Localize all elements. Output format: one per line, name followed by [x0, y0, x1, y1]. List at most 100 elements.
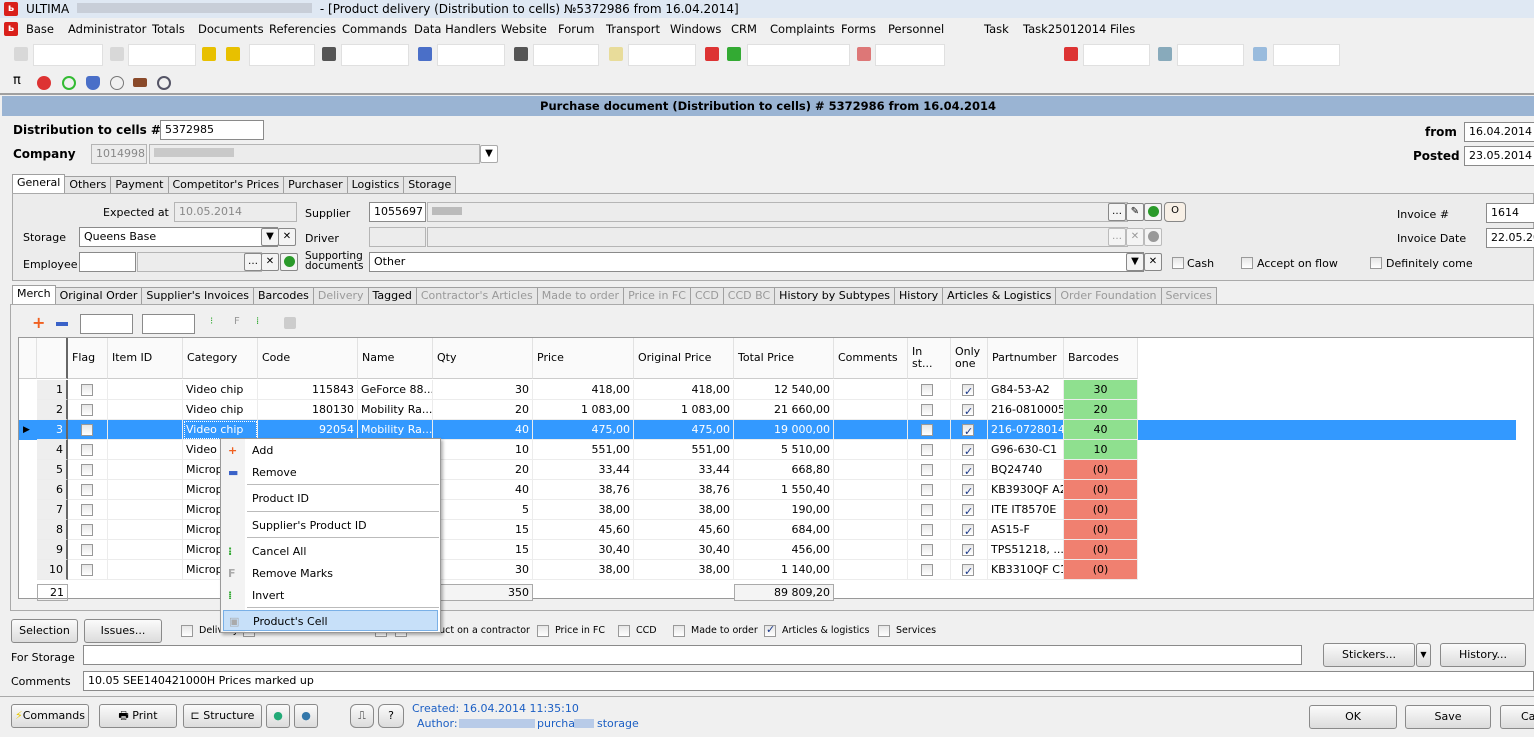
cell-orig[interactable]: 38,00	[634, 560, 734, 580]
cell[interactable]	[951, 540, 988, 560]
menu-website[interactable]: Website	[501, 19, 547, 39]
cell-part[interactable]: AS15-F	[988, 520, 1064, 540]
money-icon[interactable]	[727, 47, 741, 61]
cell-qty[interactable]: 40	[433, 480, 533, 500]
cell-qty[interactable]: 30	[433, 560, 533, 580]
tab-history[interactable]: History	[894, 287, 944, 304]
save-button[interactable]: Save	[1405, 705, 1491, 729]
cell-part[interactable]: G84-53-A2	[988, 380, 1064, 400]
supporting-docs-select[interactable]: Other	[369, 252, 1144, 272]
tab-articles-logistics[interactable]: Articles & Logistics	[942, 287, 1057, 304]
expected-date-field[interactable]: 10.05.2014	[174, 202, 297, 222]
filter-checkbox-made-to-order[interactable]	[673, 625, 685, 637]
cell-price[interactable]: 551,00	[533, 440, 634, 460]
cell-orig[interactable]: 475,00	[634, 420, 734, 440]
scroll-icon[interactable]	[609, 47, 623, 61]
o-button[interactable]: O	[1164, 202, 1186, 222]
cell-part[interactable]: 216-0728014	[988, 420, 1064, 440]
tab-price-in-fc[interactable]: Price in FC	[623, 287, 691, 304]
flag-checkbox[interactable]	[81, 564, 93, 576]
cell-orig[interactable]: 33,44	[634, 460, 734, 480]
in-stock-checkbox[interactable]	[921, 504, 933, 516]
in-stock-checkbox[interactable]	[921, 384, 933, 396]
print-button[interactable]: 🖶 Print	[99, 704, 177, 728]
column-header-item-id[interactable]: Item ID	[108, 338, 183, 379]
cell[interactable]	[68, 440, 108, 460]
tab-original-order[interactable]: Original Order	[54, 287, 143, 304]
cell[interactable]	[951, 460, 988, 480]
cell-part[interactable]: BQ24740	[988, 460, 1064, 480]
cell-price[interactable]: 38,00	[533, 560, 634, 580]
cell-price[interactable]: 475,00	[533, 420, 634, 440]
tab-others[interactable]: Others	[64, 176, 112, 193]
toolbar-field[interactable]	[1083, 44, 1150, 66]
column-header-name[interactable]: Name	[358, 338, 433, 379]
cash-checkbox[interactable]	[1172, 257, 1184, 269]
cell-bc[interactable]: 20	[1064, 400, 1138, 420]
employee-go-button[interactable]	[280, 253, 298, 271]
sum-icon[interactable]	[1253, 47, 1267, 61]
menu-forum[interactable]: Forum	[558, 19, 594, 39]
help-button[interactable]: ?	[378, 704, 404, 728]
cell-code[interactable]: 180130	[258, 400, 358, 420]
tab-made-to-order[interactable]: Made to order	[536, 287, 625, 304]
cancel-button[interactable]: Ca	[1500, 705, 1534, 729]
cell-code[interactable]: 92054	[258, 420, 358, 440]
menu-base[interactable]: Base	[26, 19, 54, 39]
menu-administrator[interactable]: Administrator	[68, 19, 146, 39]
flag-checkbox[interactable]	[81, 504, 93, 516]
cell[interactable]	[68, 400, 108, 420]
cell[interactable]	[951, 380, 988, 400]
cell-price[interactable]: 38,00	[533, 500, 634, 520]
zoom-button[interactable]: ●	[294, 704, 318, 728]
menu-item-product-s-cell[interactable]: ▣ Product's Cell	[223, 610, 438, 631]
cell-qty[interactable]: 10	[433, 440, 533, 460]
cell-total[interactable]: 1 550,40	[734, 480, 834, 500]
cell[interactable]	[908, 560, 951, 580]
cell-part[interactable]: ITE IT8570E	[988, 500, 1064, 520]
toolbar-field[interactable]	[249, 44, 315, 66]
cell-code[interactable]: 115843	[258, 380, 358, 400]
cell[interactable]	[68, 560, 108, 580]
alert-icon[interactable]	[705, 47, 719, 61]
menu-data-handlers[interactable]: Data Handlers	[414, 19, 496, 39]
cell-part[interactable]: 216-0810005	[988, 400, 1064, 420]
filter-checkbox-price-in-fc[interactable]	[537, 625, 549, 637]
column-header-original-price[interactable]: Original Price	[634, 338, 734, 379]
storage-select[interactable]: Queens Base	[79, 227, 278, 247]
cell-bc[interactable]: (0)	[1064, 560, 1138, 580]
invoice-number-field[interactable]: 1614	[1486, 203, 1534, 223]
cancel-all-icon[interactable]: ⁝	[210, 316, 213, 327]
cell[interactable]	[908, 420, 951, 440]
tab-tagged[interactable]: Tagged	[367, 287, 417, 304]
for-storage-field[interactable]	[83, 645, 1302, 665]
tab-services[interactable]: Services	[1160, 287, 1217, 304]
stop-icon[interactable]	[37, 76, 51, 90]
cell[interactable]	[908, 520, 951, 540]
company-dropdown-button[interactable]: ▼	[480, 145, 498, 163]
only-one-checkbox[interactable]	[962, 462, 974, 479]
tab-competitor-s-prices[interactable]: Competitor's Prices	[167, 176, 285, 193]
cell-bc[interactable]: (0)	[1064, 460, 1138, 480]
driver-browse-button[interactable]: …	[1108, 228, 1126, 246]
magnifier-icon[interactable]	[157, 76, 171, 90]
only-one-checkbox[interactable]	[962, 442, 974, 459]
cell-orig[interactable]: 45,60	[634, 520, 734, 540]
table-row[interactable]: 2 Video chip 180130 Mobility Ra... 20 1 083,0…	[19, 400, 1516, 420]
spy-icon[interactable]	[514, 47, 528, 61]
tab-order-foundation[interactable]: Order Foundation	[1055, 287, 1162, 304]
in-stock-checkbox[interactable]	[921, 544, 933, 556]
filter-checkbox-services[interactable]	[878, 625, 890, 637]
supporting-docs-clear[interactable]: ✕	[1144, 253, 1162, 271]
company-name-field[interactable]	[149, 144, 480, 164]
document-icon[interactable]	[14, 47, 28, 61]
filter-checkbox-articles-logistics[interactable]	[764, 623, 776, 637]
remove-icon[interactable]	[56, 322, 68, 326]
supplier-id-field[interactable]: 1055697	[369, 202, 426, 222]
supplier-browse-button[interactable]: …	[1108, 203, 1126, 221]
company-id-field[interactable]: 1014998	[91, 144, 147, 164]
attach-button[interactable]: ⎍	[350, 704, 374, 728]
only-one-checkbox[interactable]	[962, 542, 974, 559]
employee-browse-button[interactable]: …	[244, 253, 262, 271]
from-date-field[interactable]: 16.04.2014 1	[1464, 122, 1534, 142]
